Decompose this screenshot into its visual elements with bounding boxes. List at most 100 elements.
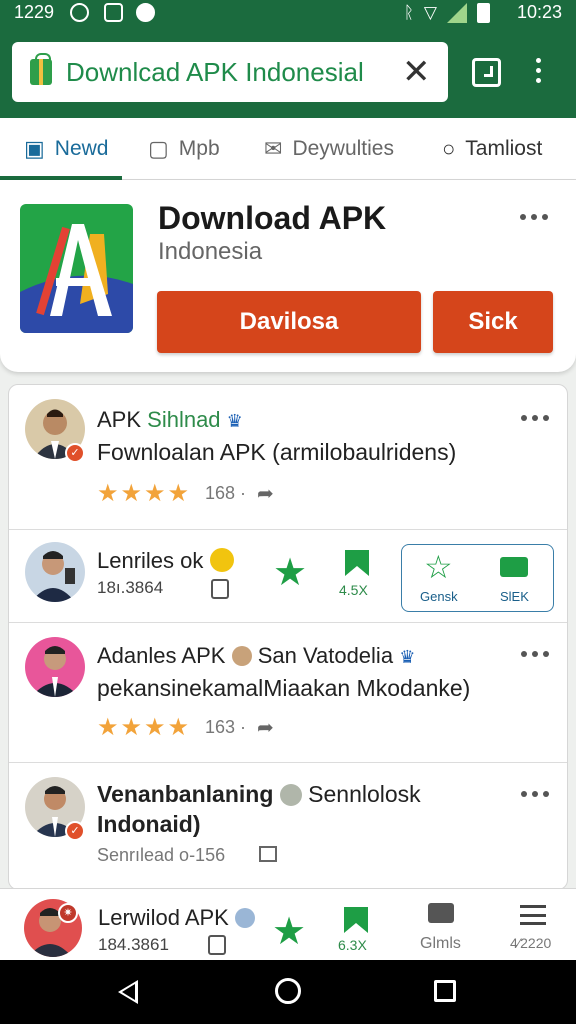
favorite-star-icon[interactable]: ★ [272,913,306,951]
tab-tamliost[interactable]: ○ Tamliost [442,118,542,180]
secondary-button[interactable]: Sick [433,291,553,353]
battery-icon [477,3,490,23]
item-title-line2: Indonaid) [97,811,201,837]
rating-count: 163 · [205,717,247,737]
action-right-label[interactable]: SlEK [500,589,529,604]
favorite-star-icon[interactable]: ★ [273,554,307,592]
rating-count: 168 · [205,483,247,503]
calendar-icon: ▣ [24,136,45,161]
rating-stars: ★★★★ [97,714,192,741]
mail-icon: ✉ [264,136,283,161]
wifi-icon: ▽ [423,3,437,22]
list-item[interactable]: Lenriles ok 18ı.3864 ★ 4.5X ☆ Gensk SlEK [9,530,567,623]
item-title: Venanbanlaning Sennlolosk [97,781,421,807]
share-icon[interactable]: ➦ [257,715,274,740]
item-subtitle: Fownloalan APK (armilobaulridens) [97,439,457,465]
tab-newd[interactable]: ▣ Newd [24,118,109,180]
item-title-highlight: Sihlnad [147,407,221,432]
status-clock: 10:23 [516,2,562,22]
verified-badge-icon: ✓ [65,821,85,841]
bookmark-flag-icon[interactable] [342,905,370,935]
item-more-icon[interactable] [521,791,553,799]
app-subtitle: Indonesia [158,238,263,265]
list-item[interactable]: ✓ APK Sihlnad ♛ Fownloalan APK (armiloba… [9,385,567,530]
tab-bar: ▣ Newd ▢ Mpb ✉ Deywulties ○ Tamliost [0,118,576,180]
item-more-icon[interactable] [521,415,553,423]
flag-value: 6.3X [338,937,367,953]
device-icon[interactable] [211,579,229,599]
close-icon[interactable]: ✕ [402,52,431,92]
tab-label: Newd [54,137,109,160]
app-bar: Downlcad APK Indonesial ✕ [0,26,576,118]
verified-icon: ♛ [399,647,416,667]
bottom-tab-label[interactable]: Glmls [420,935,461,953]
comment-icon[interactable] [500,557,528,577]
tab-deywulties[interactable]: ✉ Deywulties [264,118,394,180]
bluetooth-icon: ᚱ [403,3,414,22]
app-logo [20,204,133,333]
flower-badge-icon: ✷ [58,903,78,923]
bottom-bar: ✷ Lerwilod APK 184.3861 ★ 6.3X Glmls 4⁄2… [0,888,576,960]
results-list: ✓ APK Sihlnad ♛ Fownloalan APK (armiloba… [8,384,568,890]
status-icons: ᚱ ▽ [404,3,490,23]
action-left-label[interactable]: Gensk [420,589,458,604]
bookmark-flag-icon[interactable] [343,548,371,578]
tab-mpb[interactable]: ▢ Mpb [148,118,220,180]
list-item[interactable]: Adanles APK San Vatodelia ♛ pekansinekam… [9,623,567,763]
status-time: 1229 [14,2,55,22]
more-options-icon[interactable] [536,58,544,88]
location-icon: ○ [442,136,456,161]
image-off-icon[interactable] [259,846,277,862]
recents-icon[interactable] [434,980,456,1002]
search-field[interactable]: Downlcad APK Indonesial ✕ [12,42,448,102]
bottom-number: 184.3861 [98,935,169,954]
chat-icon: ▢ [148,136,169,161]
secondary-button-label: Sick [468,308,518,335]
download-button[interactable]: Davilosa [157,291,421,353]
gallery-icon [104,3,123,22]
back-icon[interactable] [118,980,138,1004]
avatar [25,637,85,697]
flag-value: 4.5X [339,582,368,598]
tab-label: Deywulties [292,137,394,160]
share-icon[interactable]: ➦ [257,481,274,506]
action-box: ☆ Gensk SlEK [401,544,554,612]
item-title: Lenriles ok [97,548,234,574]
rating-stars: ★★★★ [97,480,192,507]
bottom-title: Lerwilod APK [98,905,255,931]
profile-icon [234,908,255,928]
download-button-label: Davilosa [239,308,339,335]
coin-icon [209,548,234,572]
tab-label: Tamliost [465,137,543,160]
list-item[interactable]: ✓ Venanbanlaning Sennlolosk Indonaid) Se… [9,763,567,889]
item-subtitle: pekansinekamalMiaakan Mkodanke) [97,675,471,701]
item-number: 18ı.3864 [97,578,164,597]
menu-icon[interactable] [520,905,546,925]
verified-badge-icon: ✓ [65,443,85,463]
profile-icon [231,646,252,666]
item-title: Adanles APK San Vatodelia ♛ [97,643,416,668]
shopping-bag-icon [30,53,52,85]
app-more-icon[interactable] [520,214,552,222]
sync-icon [70,3,89,22]
verified-icon: ♛ [226,411,243,431]
status-bar: 1229 ᚱ ▽ 10:23 [0,0,576,26]
item-meta: Senrılead o-156 [97,845,226,865]
app-title: Download APK [158,200,387,236]
signal-icon [447,3,467,23]
tab-label: Mpb [178,137,220,160]
avatar [25,542,85,602]
star-outline-icon[interactable]: ☆ [424,551,453,583]
item-title: APK Sihlnad ♛ [97,407,243,432]
system-nav-bar [0,960,576,1024]
app-header-card: Download APK Indonesia Davilosa Sick [0,180,576,372]
search-query[interactable]: Downlcad APK Indonesial [66,57,364,88]
comments-icon[interactable] [428,903,454,923]
tabs-icon[interactable] [472,58,501,87]
bottom-menu-label[interactable]: 4⁄2220 [510,935,551,951]
profile-icon [279,784,302,806]
item-more-icon[interactable] [521,651,553,659]
device-icon[interactable] [208,935,226,955]
home-icon[interactable] [275,978,301,1004]
compass-icon [136,3,155,22]
